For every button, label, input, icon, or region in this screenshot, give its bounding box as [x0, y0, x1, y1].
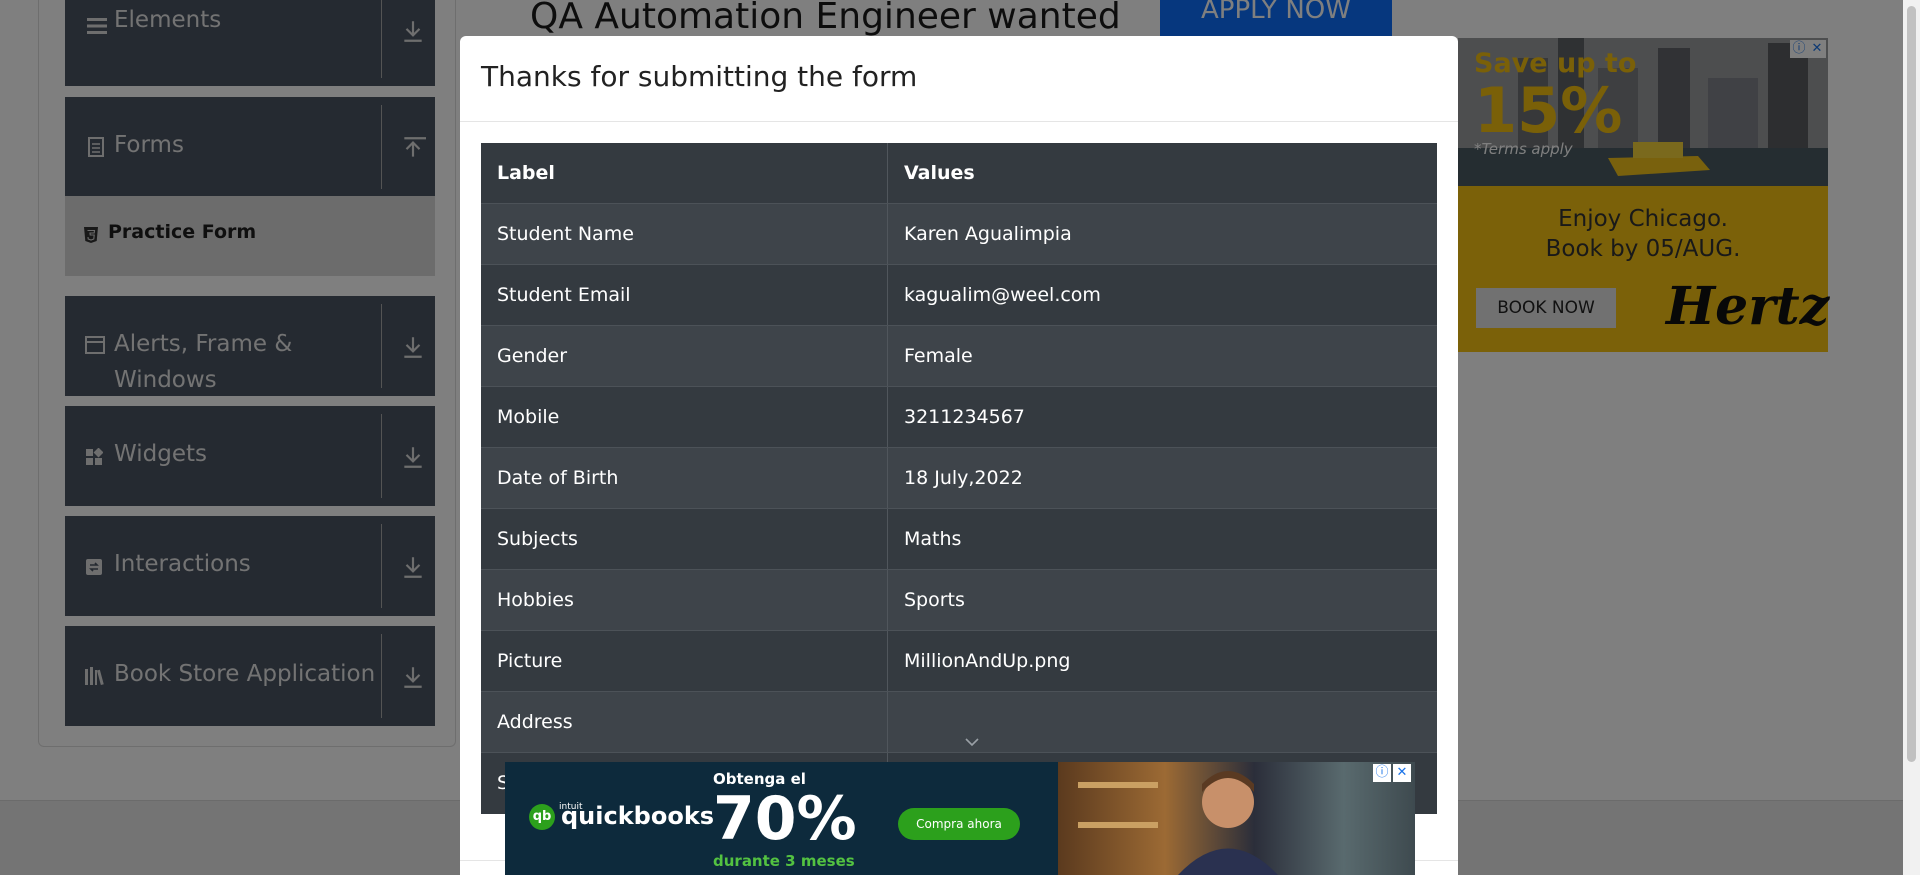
- row-label: Address: [497, 711, 573, 733]
- table-row: Subjects Maths: [481, 509, 1437, 570]
- modal-header: Thanks for submitting the form: [460, 36, 1458, 122]
- bottom-advertisement[interactable]: qb quickbooks intuit Obtenga el 70% duran…: [505, 762, 1415, 875]
- scrollbar-thumb[interactable]: [1907, 6, 1916, 762]
- vertical-scrollbar[interactable]: [1903, 0, 1920, 875]
- offer-suffix: durante 3 meses: [713, 852, 855, 870]
- row-label: Mobile: [497, 406, 560, 428]
- offer-percent: 70%: [713, 784, 857, 854]
- column-divider: [887, 509, 888, 570]
- row-label: Student Name: [497, 223, 634, 245]
- column-divider: [887, 448, 888, 509]
- row-value: Karen Agualimpia: [904, 223, 1072, 245]
- column-divider: [887, 265, 888, 326]
- row-label: Student Email: [497, 284, 631, 306]
- table-row: Date of Birth 18 July,2022: [481, 448, 1437, 509]
- column-divider: [887, 570, 888, 631]
- table-header-row: Label Values: [481, 143, 1437, 204]
- column-divider: [887, 326, 888, 387]
- table-header-value: Values: [904, 162, 975, 184]
- table-row: Student Name Karen Agualimpia: [481, 204, 1437, 265]
- row-label: Date of Birth: [497, 467, 619, 489]
- row-value: 18 July,2022: [904, 467, 1023, 489]
- intuit-label: intuit: [559, 802, 583, 812]
- table-row: Picture MillionAndUp.png: [481, 631, 1437, 692]
- column-divider: [887, 143, 888, 204]
- chevron-down-icon: [965, 738, 979, 747]
- row-label: Hobbies: [497, 589, 574, 611]
- column-divider: [887, 387, 888, 448]
- row-label: Gender: [497, 345, 568, 367]
- row-label: Picture: [497, 650, 563, 672]
- modal-title: Thanks for submitting the form: [481, 60, 918, 93]
- row-value: 3211234567: [904, 406, 1025, 428]
- ad-photo: [1058, 762, 1415, 875]
- row-label: Subjects: [497, 528, 578, 550]
- table-row: Hobbies Sports: [481, 570, 1437, 631]
- table-header-label: Label: [497, 162, 555, 184]
- row-value: Maths: [904, 528, 962, 550]
- quickbooks-wordmark: quickbooks: [561, 802, 715, 830]
- quickbooks-logo: qb quickbooks: [529, 802, 714, 830]
- table-row: Mobile 3211234567: [481, 387, 1437, 448]
- compra-ahora-button[interactable]: Compra ahora: [898, 808, 1020, 840]
- row-value: Female: [904, 345, 973, 367]
- column-divider: [887, 204, 888, 265]
- table-row: Address: [481, 692, 1437, 753]
- person-illustration: [1078, 771, 1278, 875]
- column-divider: [887, 631, 888, 692]
- row-value: MillionAndUp.png: [904, 650, 1071, 672]
- quickbooks-mark: qb: [529, 804, 555, 830]
- row-value: kagualim@weel.com: [904, 284, 1101, 306]
- submission-modal: Thanks for submitting the form Label Val…: [460, 36, 1458, 875]
- ad-close-icon[interactable]: ✕: [1393, 764, 1411, 782]
- table-row: Student Email kagualim@weel.com: [481, 265, 1437, 326]
- ad-info-icon[interactable]: ⓘ: [1373, 764, 1391, 782]
- table-row: Gender Female: [481, 326, 1437, 387]
- row-value: Sports: [904, 589, 965, 611]
- column-divider: [887, 692, 888, 753]
